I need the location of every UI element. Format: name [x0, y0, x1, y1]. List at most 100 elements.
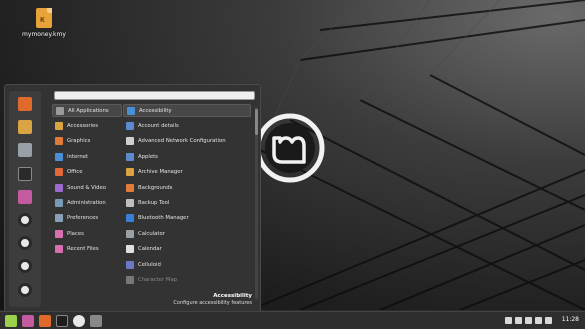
app-description: Accessibility Configure accessibility fe…	[173, 293, 252, 306]
app-item[interactable]: Backup Tool	[123, 196, 251, 209]
places-folder-icon	[55, 229, 63, 238]
app-item[interactable]: Accessibility	[123, 104, 251, 117]
backup-icon	[126, 198, 134, 207]
calendar-icon	[126, 245, 134, 254]
character-map-icon	[126, 275, 134, 284]
files-icon[interactable]	[22, 315, 34, 327]
account-icon	[126, 121, 134, 130]
administration-icon	[55, 198, 63, 207]
settings-icon[interactable]	[18, 143, 32, 158]
category-label: Internet	[67, 153, 89, 160]
applets-icon	[126, 152, 134, 161]
internet-icon	[55, 152, 63, 161]
volume-icon[interactable]	[525, 317, 532, 324]
app-list-scrollbar[interactable]	[255, 107, 258, 299]
network-icon	[126, 137, 134, 146]
taskbar: 11:28	[0, 311, 585, 329]
app-item[interactable]: Advanced Network Configuration	[123, 135, 251, 148]
celluloid-icon	[126, 260, 134, 269]
logout-icon[interactable]	[18, 236, 32, 251]
category-item[interactable]: Office	[52, 166, 122, 179]
linux-mint-logo	[255, 113, 325, 183]
search-input[interactable]	[55, 92, 254, 100]
app-item[interactable]: Celluloid	[123, 258, 251, 271]
office-icon	[55, 168, 63, 177]
wifi-icon[interactable]	[535, 317, 542, 324]
accessibility-icon	[127, 106, 135, 115]
category-label: Accessories	[67, 122, 99, 129]
category-label: All Applications	[68, 107, 109, 114]
sound-video-icon	[55, 183, 63, 192]
lock-screen-icon[interactable]	[18, 213, 32, 227]
category-label: Recent Files	[67, 246, 99, 253]
app-label: Backgrounds	[138, 184, 173, 191]
category-item[interactable]: Internet	[52, 150, 122, 163]
scrollbar-thumb[interactable]	[255, 109, 258, 135]
network-icon[interactable]	[515, 317, 522, 324]
app-item[interactable]: Character Map	[123, 273, 251, 286]
description-text: Configure accessibility features	[173, 300, 252, 306]
category-label: Graphics	[67, 138, 91, 145]
bluetooth-icon	[126, 214, 134, 223]
power-icon[interactable]	[18, 259, 32, 274]
update-shield-icon[interactable]	[505, 317, 512, 324]
category-item[interactable]: Preferences	[52, 212, 122, 225]
description-title: Accessibility	[213, 293, 252, 299]
category-label: Places	[67, 230, 84, 237]
app-item[interactable]: Bluetooth Manager	[123, 212, 251, 225]
archive-icon	[126, 168, 134, 177]
app-label: Advanced Network Configuration	[138, 138, 226, 145]
app-label: Bluetooth Manager	[138, 215, 189, 222]
app-label: Celluloid	[138, 261, 161, 268]
app-label: Account details	[138, 122, 179, 129]
app-label: Archive Manager	[138, 169, 183, 176]
accessories-icon	[55, 121, 63, 130]
category-item[interactable]: Places	[52, 227, 122, 240]
preferences-icon	[55, 214, 63, 223]
terminal-icon[interactable]	[18, 166, 32, 181]
app-label: Calendar	[138, 246, 162, 253]
app-label: Accessibility	[139, 107, 172, 114]
category-label: Administration	[67, 199, 106, 206]
calculator-icon	[126, 229, 134, 238]
category-item[interactable]: Graphics	[52, 135, 122, 148]
clock[interactable]: 11:28	[562, 316, 579, 323]
graphics-icon	[55, 137, 63, 146]
category-item[interactable]: Accessories	[52, 119, 122, 132]
kmymoney-file-icon: ₭	[36, 8, 52, 28]
shutdown-icon[interactable]	[18, 282, 32, 297]
terminal-icon[interactable]	[56, 315, 68, 327]
grid-icon	[56, 106, 64, 115]
mint-menu-icon[interactable]	[5, 315, 17, 327]
desktop-file-mymoney[interactable]: ₭ mymoney.kmy	[22, 8, 66, 38]
app-item[interactable]: Applets	[123, 150, 251, 163]
software-manager-icon[interactable]	[18, 120, 32, 135]
category-label: Office	[67, 169, 83, 176]
app-label: Calculator	[138, 230, 165, 237]
firefox-icon[interactable]	[39, 315, 51, 327]
firefox-icon[interactable]	[18, 97, 32, 111]
window-icon[interactable]	[90, 315, 102, 327]
record-icon[interactable]	[73, 315, 85, 327]
search-box[interactable]	[54, 91, 255, 100]
power-tray-icon[interactable]	[545, 317, 552, 324]
app-label: Character Map	[138, 276, 178, 283]
desktop-file-label: mymoney.kmy	[22, 31, 66, 38]
app-item[interactable]: Calendar	[123, 243, 251, 256]
file-badge: ₭	[40, 16, 45, 24]
category-label: Preferences	[67, 215, 99, 222]
category-item[interactable]: Sound & Video	[52, 181, 122, 194]
recent-files-icon	[55, 245, 63, 254]
app-label: Applets	[138, 153, 158, 160]
category-item[interactable]: All Applications	[52, 104, 122, 117]
backgrounds-icon	[126, 183, 134, 192]
app-item[interactable]: Calculator	[123, 227, 251, 240]
category-item[interactable]: Administration	[52, 196, 122, 209]
app-item[interactable]: Archive Manager	[123, 166, 251, 179]
files-icon[interactable]	[18, 189, 32, 204]
category-label: Sound & Video	[67, 184, 107, 191]
category-item[interactable]: Recent Files	[52, 243, 122, 256]
app-item[interactable]: Account details	[123, 119, 251, 132]
app-item[interactable]: Backgrounds	[123, 181, 251, 194]
favorites-column	[9, 91, 41, 307]
